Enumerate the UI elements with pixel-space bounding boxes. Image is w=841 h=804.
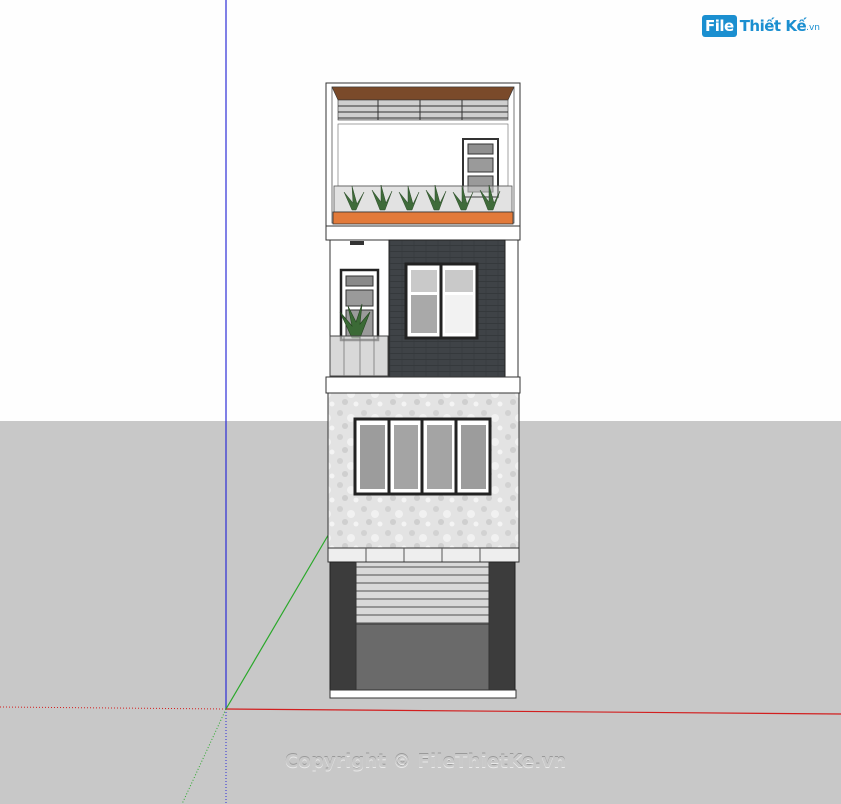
balcony-glass-railing bbox=[329, 335, 389, 377]
right-pillar bbox=[488, 561, 516, 691]
garage-opening bbox=[355, 623, 490, 691]
left-pillar bbox=[329, 561, 357, 691]
slab-2 bbox=[325, 225, 521, 241]
logo-suffix: .vn bbox=[806, 23, 821, 33]
pergola-slats bbox=[337, 99, 509, 121]
orange-planter bbox=[332, 211, 514, 225]
slab-1 bbox=[325, 376, 521, 394]
sketchup-viewport[interactable]: File Thiết Kế .vn Copyright © FileThietK… bbox=[0, 0, 841, 804]
logo-main-text: Thiết Kế bbox=[739, 17, 807, 35]
rolling-shutter bbox=[355, 561, 490, 625]
ground-step bbox=[329, 689, 517, 699]
logo-box-text: File bbox=[702, 15, 737, 37]
copyright-watermark: Copyright © FileThietKe.vn bbox=[285, 751, 567, 772]
pergola-roof bbox=[331, 86, 515, 101]
ground-beam bbox=[327, 547, 520, 563]
house-model-scene bbox=[0, 0, 841, 804]
filethietke-logo: File Thiết Kế .vn bbox=[702, 12, 820, 40]
ceiling-light bbox=[350, 241, 364, 245]
